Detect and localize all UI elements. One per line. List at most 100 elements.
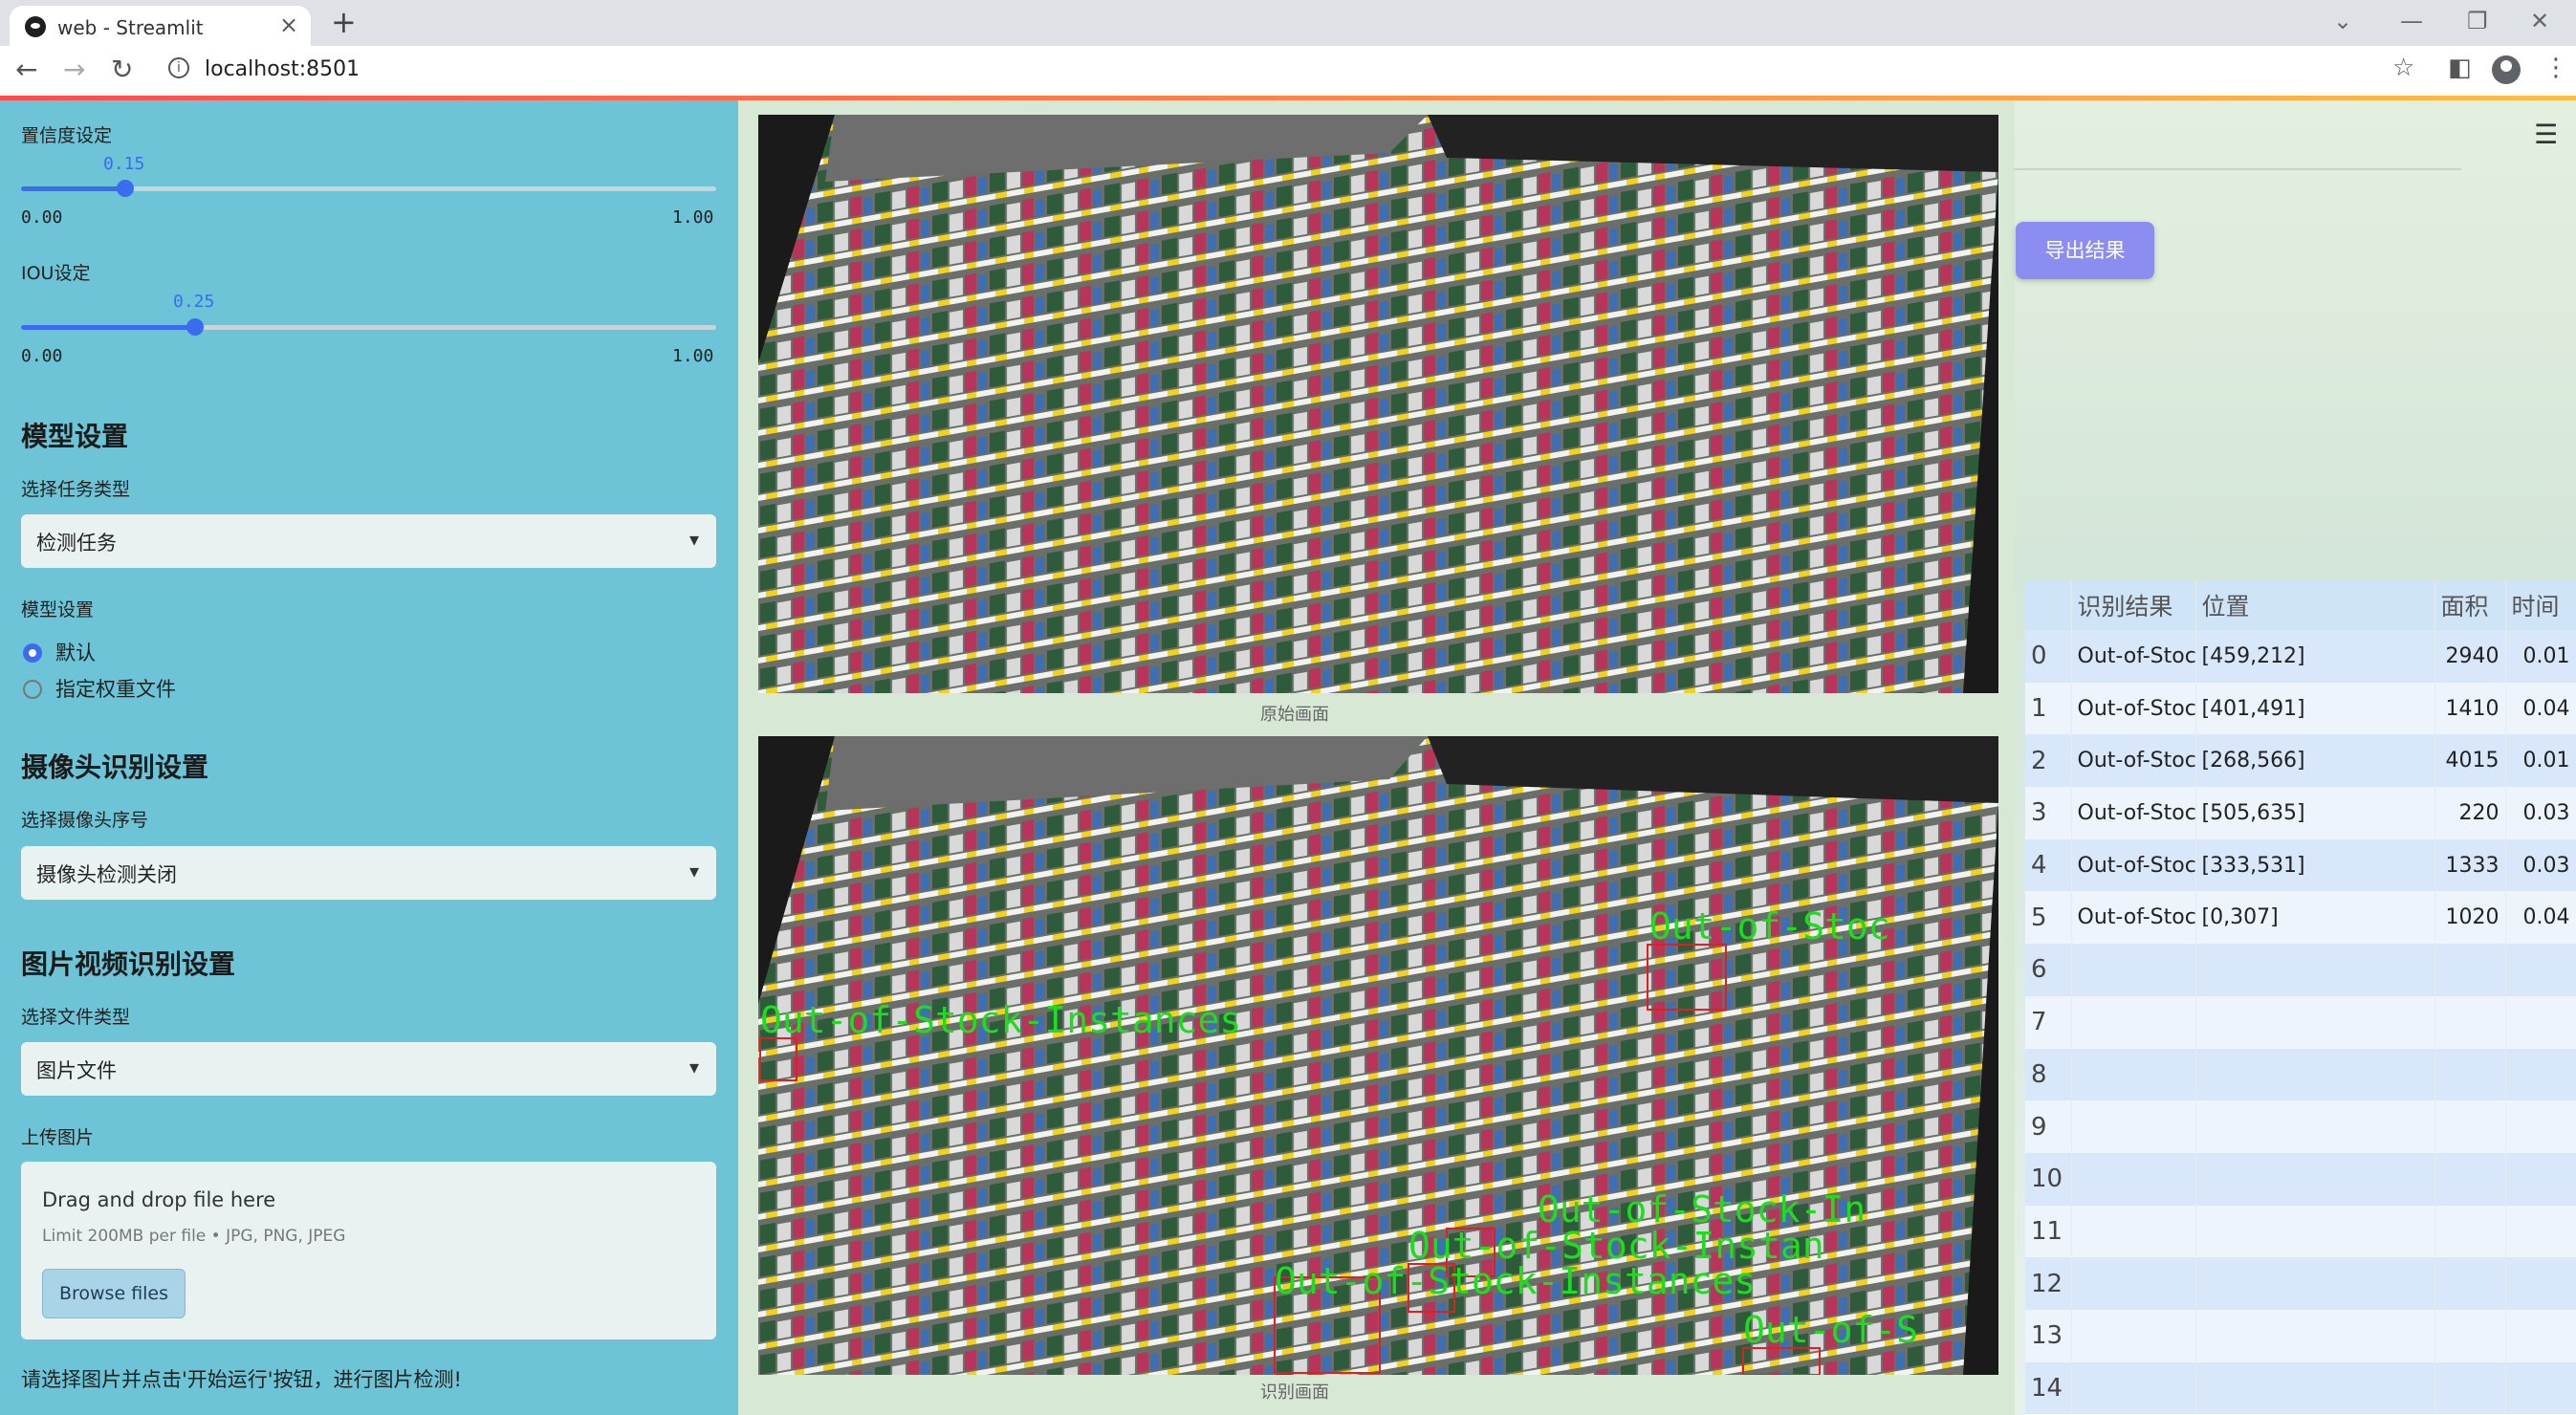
info-icon[interactable]: i [168, 57, 189, 78]
col-header-index[interactable] [2025, 580, 2072, 630]
upload-label: 上传图片 [21, 1127, 95, 1148]
confidence-slider[interactable] [21, 180, 716, 197]
original-caption: 原始画面 [1260, 705, 1329, 725]
radio-custom-weights-label[interactable]: 指定权重文件 [55, 674, 176, 703]
cell-position [2195, 1205, 2435, 1258]
forward-icon[interactable]: → [63, 54, 85, 85]
file-type-value: 图片文件 [36, 1059, 117, 1082]
col-header-time[interactable]: 时间 [2505, 580, 2576, 630]
file-uploader-dropzone[interactable]: Drag and drop file here Limit 200MB per … [21, 1162, 716, 1339]
star-icon[interactable]: ☆ [2392, 54, 2414, 82]
cell-result [2071, 1361, 2196, 1415]
radio-default[interactable] [23, 643, 42, 663]
camera-value: 摄像头检测关闭 [36, 863, 177, 886]
media-section-header: 图片视频识别设置 [21, 948, 236, 980]
minimize-icon[interactable]: — [2400, 8, 2423, 34]
cell-position [2195, 1152, 2435, 1206]
iou-slider-thumb[interactable] [186, 318, 204, 336]
cell-position: [505,635] [2195, 787, 2435, 839]
new-tab-plus-icon[interactable]: + [331, 4, 357, 40]
table-row[interactable]: 10 [2025, 1152, 2576, 1206]
table-row[interactable]: 3Out-of-Stock-Instances[505,635]2200.03 [2025, 787, 2576, 839]
table-row[interactable]: 14 [2025, 1361, 2576, 1415]
col-header-position[interactable]: 位置 [2195, 580, 2435, 630]
confidence-max: 1.00 [672, 207, 714, 228]
row-index: 0 [2025, 630, 2072, 683]
url-field[interactable]: localhost:8501 [205, 57, 360, 81]
radio-custom-weights[interactable] [23, 680, 42, 699]
close-tab-icon[interactable]: × [279, 11, 298, 38]
cell-time [2505, 944, 2576, 996]
window-close-icon[interactable]: ✕ [2530, 8, 2549, 34]
detection-label: Out-of-Stoc [1649, 905, 1890, 947]
kebab-menu-icon[interactable]: ⋮ [2543, 54, 2568, 82]
iou-min: 0.00 [21, 346, 63, 366]
restore-icon[interactable]: ❐ [2467, 8, 2488, 34]
cell-area [2434, 1309, 2506, 1362]
task-type-select[interactable]: 检测任务 ▾ [21, 514, 716, 568]
row-index: 6 [2025, 944, 2072, 996]
caret-down-icon: ▾ [688, 1056, 699, 1078]
results-table[interactable]: 识别结果 位置 面积 时间 0Out-of-Stock-Instances[45… [2025, 580, 2576, 1415]
export-results-button[interactable]: 导出结果 [2016, 222, 2154, 279]
row-index: 1 [2025, 682, 2072, 735]
cell-time [2505, 1309, 2576, 1362]
cell-area [2434, 1257, 2506, 1310]
detection-label: Out-of-S [1743, 1309, 1918, 1351]
detection-label: Out-of-Stock-Instances [1275, 1260, 1756, 1302]
cell-area [2434, 1048, 2506, 1101]
cell-area: 1333 [2434, 838, 2506, 892]
upload-title: Drag and drop file here [42, 1188, 276, 1211]
sidepanel-icon[interactable]: ◧ [2448, 54, 2472, 82]
table-row[interactable]: 1Out-of-Stock-Instances[401,491]14100.04 [2025, 682, 2576, 735]
back-icon[interactable]: ← [15, 54, 37, 85]
cell-area [2434, 1361, 2506, 1415]
tab-search-chevron-icon[interactable]: ⌄ [2333, 8, 2352, 34]
browser-tab[interactable]: web - Streamlit × [10, 6, 311, 46]
row-index: 4 [2025, 838, 2072, 892]
table-row[interactable]: 2Out-of-Stock-Instances[268,566]40150.01 [2025, 734, 2576, 788]
camera-label: 选择摄像头序号 [21, 810, 149, 831]
table-row[interactable]: 9 [2025, 1100, 2576, 1153]
cell-time: 0.03 [2505, 838, 2576, 892]
caret-down-icon: ▾ [688, 528, 699, 551]
table-row[interactable]: 5Out-of-Stock-Instances[0,307]10200.04 [2025, 891, 2576, 945]
iou-value: 0.25 [173, 292, 215, 312]
confidence-slider-thumb[interactable] [117, 180, 135, 197]
iou-slider[interactable] [21, 318, 716, 336]
table-row[interactable]: 13 [2025, 1309, 2576, 1362]
cell-time [2505, 1205, 2576, 1258]
profile-icon[interactable] [2492, 55, 2521, 84]
col-header-area[interactable]: 面积 [2434, 580, 2506, 630]
radio-default-label[interactable]: 默认 [55, 638, 96, 666]
divider [2014, 168, 2461, 170]
browser-tab-strip: web - Streamlit × + ⌄ — ❐ ✕ [0, 0, 2576, 46]
table-row[interactable]: 8 [2025, 1048, 2576, 1101]
cell-position [2195, 995, 2435, 1049]
camera-select[interactable]: 摄像头检测关闭 ▾ [21, 846, 716, 900]
cell-area [2434, 944, 2506, 996]
hamburger-menu-icon[interactable]: ☰ [2534, 119, 2558, 150]
table-row[interactable]: 12 [2025, 1257, 2576, 1310]
table-row[interactable]: 4Out-of-Stock-Instances[333,531]13330.03 [2025, 838, 2576, 892]
row-index: 11 [2025, 1205, 2072, 1258]
row-index: 10 [2025, 1152, 2072, 1206]
browse-files-button[interactable]: Browse files [42, 1269, 186, 1318]
streamlit-favicon-icon [25, 16, 46, 37]
cell-result [2071, 944, 2196, 996]
cell-area: 2940 [2434, 630, 2506, 683]
sidebar: 置信度设定 0.15 0.00 1.00 IOU设定 0.25 0.00 1.0… [0, 100, 738, 1415]
table-row[interactable]: 11 [2025, 1205, 2576, 1258]
cell-result: Out-of-Stock-Instances [2071, 682, 2196, 735]
cell-area: 220 [2434, 787, 2506, 839]
cell-time [2505, 1048, 2576, 1101]
cell-result: Out-of-Stock-Instances [2071, 630, 2196, 683]
camera-section-header: 摄像头识别设置 [21, 751, 209, 783]
reload-icon[interactable]: ↻ [111, 54, 133, 85]
cell-position [2195, 1257, 2435, 1310]
file-type-select[interactable]: 图片文件 ▾ [21, 1042, 716, 1096]
table-row[interactable]: 7 [2025, 995, 2576, 1049]
table-row[interactable]: 0Out-of-Stock-Instances[459,212]29400.01 [2025, 630, 2576, 683]
table-row[interactable]: 6 [2025, 944, 2576, 996]
col-header-result[interactable]: 识别结果 [2071, 580, 2196, 630]
